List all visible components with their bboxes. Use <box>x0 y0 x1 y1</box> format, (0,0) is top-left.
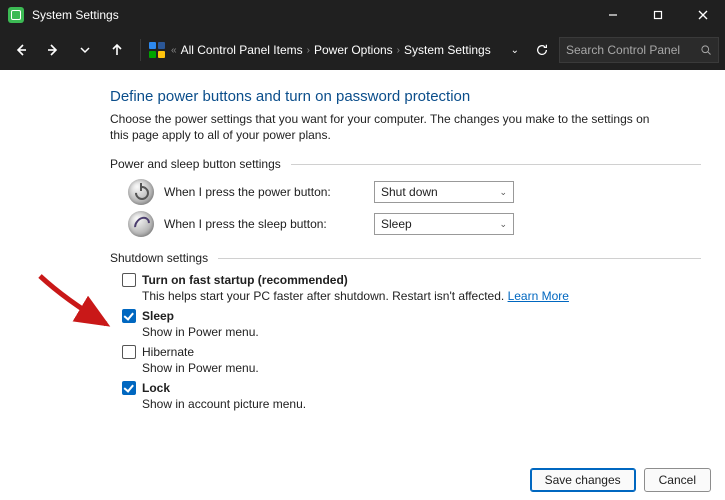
crumb-system-settings[interactable]: System Settings <box>404 43 491 57</box>
section-title: Shutdown settings <box>110 251 208 265</box>
section-shutdown: Shutdown settings <box>110 251 701 265</box>
power-button-label: When I press the power button: <box>164 185 364 199</box>
shutdown-item: Lock Show in account picture menu. <box>122 381 701 411</box>
power-icon <box>128 179 154 205</box>
checkbox[interactable] <box>122 273 136 287</box>
forward-button[interactable] <box>38 35 68 65</box>
checkbox-label: Sleep <box>142 309 174 323</box>
select-value: Sleep <box>381 217 412 231</box>
section-power-buttons: Power and sleep button settings <box>110 157 701 171</box>
row-power-button: When I press the power button: Shut down… <box>128 179 701 205</box>
search-placeholder: Search Control Panel <box>566 43 694 57</box>
page-heading: Define power buttons and turn on passwor… <box>110 88 701 105</box>
titlebar: System Settings <box>0 0 725 30</box>
maximize-button[interactable] <box>635 0 680 30</box>
checkbox-subtext: Show in Power menu. <box>142 361 701 375</box>
divider <box>218 258 701 259</box>
minimize-button[interactable] <box>590 0 635 30</box>
shutdown-item: Turn on fast startup (recommended) This h… <box>122 273 701 303</box>
footer: Save changes Cancel <box>530 468 711 492</box>
learn-more-link[interactable]: Learn More <box>508 289 569 303</box>
app-icon <box>8 7 24 23</box>
select-value: Shut down <box>381 185 438 199</box>
checkbox[interactable] <box>122 309 136 323</box>
refresh-button[interactable] <box>529 37 555 63</box>
checkbox-subtext: Show in account picture menu. <box>142 397 701 411</box>
page-description: Choose the power settings that you want … <box>110 111 650 143</box>
divider <box>291 164 701 165</box>
annotation-arrow <box>36 270 116 330</box>
back-button[interactable] <box>6 35 36 65</box>
sleep-icon <box>128 211 154 237</box>
chevron-right-icon: › <box>307 45 310 56</box>
chevron-right-icon: › <box>397 45 400 56</box>
save-button[interactable]: Save changes <box>530 468 636 492</box>
section-title: Power and sleep button settings <box>110 157 281 171</box>
checkbox-label: Lock <box>142 381 170 395</box>
crumb-all-items[interactable]: All Control Panel Items <box>181 43 303 57</box>
checkbox-subtext: This helps start your PC faster after sh… <box>142 289 701 303</box>
search-input[interactable]: Search Control Panel <box>559 37 719 63</box>
breadcrumb-prefix: « <box>171 45 177 56</box>
chevron-down-icon: ⌄ <box>499 187 507 198</box>
close-button[interactable] <box>680 0 725 30</box>
shutdown-settings-list: Turn on fast startup (recommended) This h… <box>110 273 701 411</box>
up-button[interactable] <box>102 35 132 65</box>
cancel-button[interactable]: Cancel <box>644 468 711 492</box>
control-panel-icon <box>149 42 165 58</box>
shutdown-item: Sleep Show in Power menu. <box>122 309 701 339</box>
power-button-select[interactable]: Shut down ⌄ <box>374 181 514 203</box>
crumb-power-options[interactable]: Power Options <box>314 43 393 57</box>
breadcrumb[interactable]: « All Control Panel Items › Power Option… <box>167 43 503 57</box>
checkbox-label: Turn on fast startup (recommended) <box>142 273 348 287</box>
shutdown-item: Hibernate Show in Power menu. <box>122 345 701 375</box>
sleep-button-label: When I press the sleep button: <box>164 217 364 231</box>
navbar: « All Control Panel Items › Power Option… <box>0 30 725 70</box>
checkbox-subtext: Show in Power menu. <box>142 325 701 339</box>
chevron-down-icon: ⌄ <box>499 219 507 230</box>
search-icon <box>700 44 712 56</box>
checkbox[interactable] <box>122 381 136 395</box>
checkbox[interactable] <box>122 345 136 359</box>
recent-locations-button[interactable] <box>70 35 100 65</box>
row-sleep-button: When I press the sleep button: Sleep ⌄ <box>128 211 701 237</box>
checkbox-label: Hibernate <box>142 345 194 359</box>
separator <box>140 39 141 61</box>
address-dropdown[interactable]: ⌄ <box>505 45 525 56</box>
window-title: System Settings <box>32 8 119 22</box>
sleep-button-select[interactable]: Sleep ⌄ <box>374 213 514 235</box>
content-area: Define power buttons and turn on passwor… <box>0 70 725 500</box>
